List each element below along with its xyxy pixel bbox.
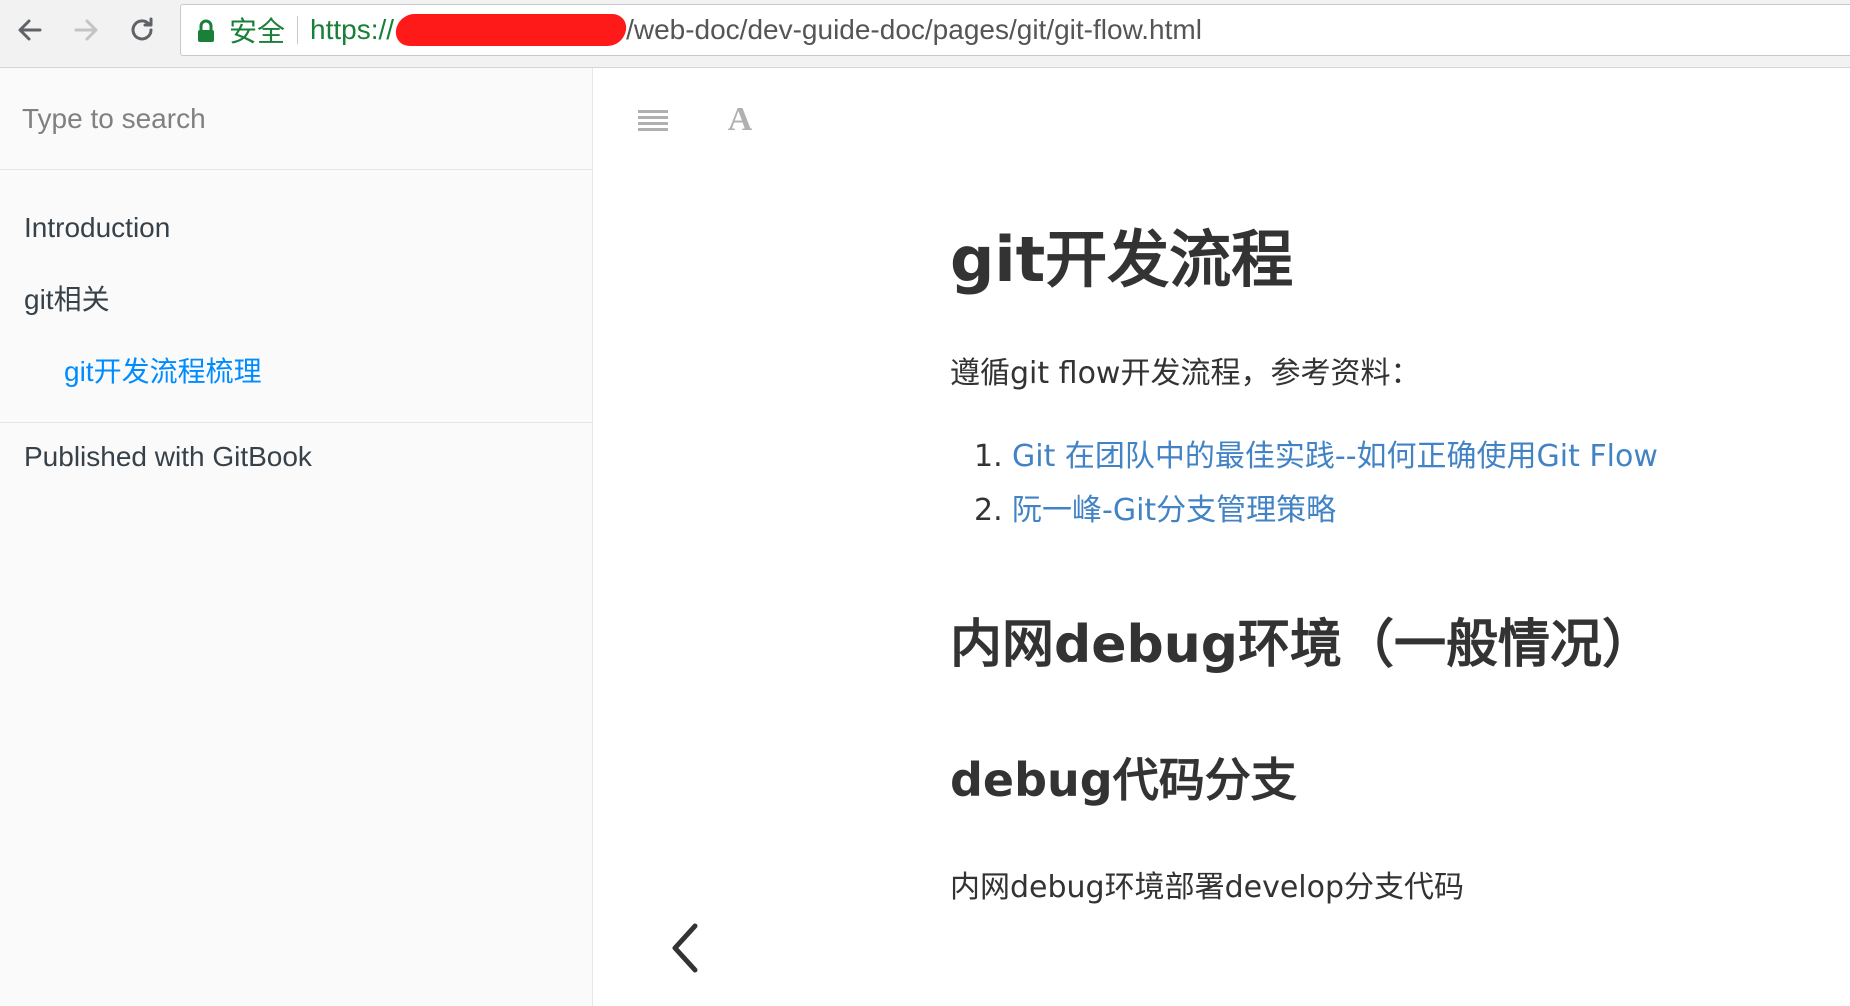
list-number: 2. xyxy=(974,493,1003,528)
page-title: git开发流程 xyxy=(950,223,1294,296)
search-input[interactable] xyxy=(22,102,562,135)
chevron-left-icon xyxy=(672,923,698,973)
sidebar-item-git[interactable]: git相关 xyxy=(0,264,592,336)
published-with-gitbook-link[interactable]: Published with GitBook xyxy=(0,423,592,493)
lock-icon xyxy=(197,17,217,43)
list-number: 1. xyxy=(974,439,1003,474)
hamburger-menu-icon xyxy=(638,110,668,131)
forward-button[interactable] xyxy=(66,10,106,50)
list-item: 2. 阮一峰-Git分支管理策略 xyxy=(974,484,1810,538)
reload-button[interactable] xyxy=(122,10,162,50)
redacted-host xyxy=(393,14,629,46)
subsection-heading: debug代码分支 xyxy=(950,753,1297,807)
browser-toolbar: 安全 https:// /web-doc/dev-guide-doc/pages… xyxy=(0,0,1850,68)
previous-page-button[interactable] xyxy=(660,918,710,978)
url-path: /web-doc/dev-guide-doc/pages/git/git-flo… xyxy=(626,14,1202,45)
book-sidebar: Introduction git相关 git开发流程梳理 Published w… xyxy=(0,68,593,1006)
url-scheme: https:// xyxy=(310,14,395,45)
font-settings-button[interactable]: A xyxy=(720,100,760,140)
summary-nav: Introduction git相关 git开发流程梳理 Published w… xyxy=(0,170,592,493)
forward-arrow-icon xyxy=(74,19,98,41)
toggle-sidebar-button[interactable] xyxy=(633,100,673,140)
intro-paragraph: 遵循git flow开发流程，参考资料： xyxy=(950,356,1421,391)
reference-link-branch-strategy[interactable]: 阮一峰-Git分支管理策略 xyxy=(1012,484,1336,538)
font-icon: A xyxy=(727,101,753,138)
reload-icon xyxy=(131,17,153,41)
sidebar-item-introduction[interactable]: Introduction xyxy=(0,192,592,264)
secure-label: 安全 xyxy=(229,16,286,47)
sidebar-item-git-flow[interactable]: git开发流程梳理 xyxy=(0,336,592,408)
back-button[interactable] xyxy=(10,10,50,50)
address-bar[interactable]: 安全 https:// /web-doc/dev-guide-doc/pages… xyxy=(180,4,1850,56)
reference-list: 1. Git 在团队中的最佳实践--如何正确使用Git Flow 2. 阮一峰-… xyxy=(974,430,1810,538)
back-arrow-icon xyxy=(18,19,42,41)
body-paragraph: 内网debug环境部署develop分支代码 xyxy=(950,870,1465,905)
section-heading: 内网debug环境（一般情况） xyxy=(950,615,1654,675)
search-box xyxy=(0,68,592,170)
reference-link-git-flow[interactable]: Git 在团队中的最佳实践--如何正确使用Git Flow xyxy=(1012,430,1658,484)
article-body: git开发流程 遵循git flow开发流程，参考资料： 1. Git 在团队中… xyxy=(950,220,1810,910)
list-item: 1. Git 在团队中的最佳实践--如何正确使用Git Flow xyxy=(974,430,1810,484)
omnibox-divider xyxy=(297,16,299,44)
